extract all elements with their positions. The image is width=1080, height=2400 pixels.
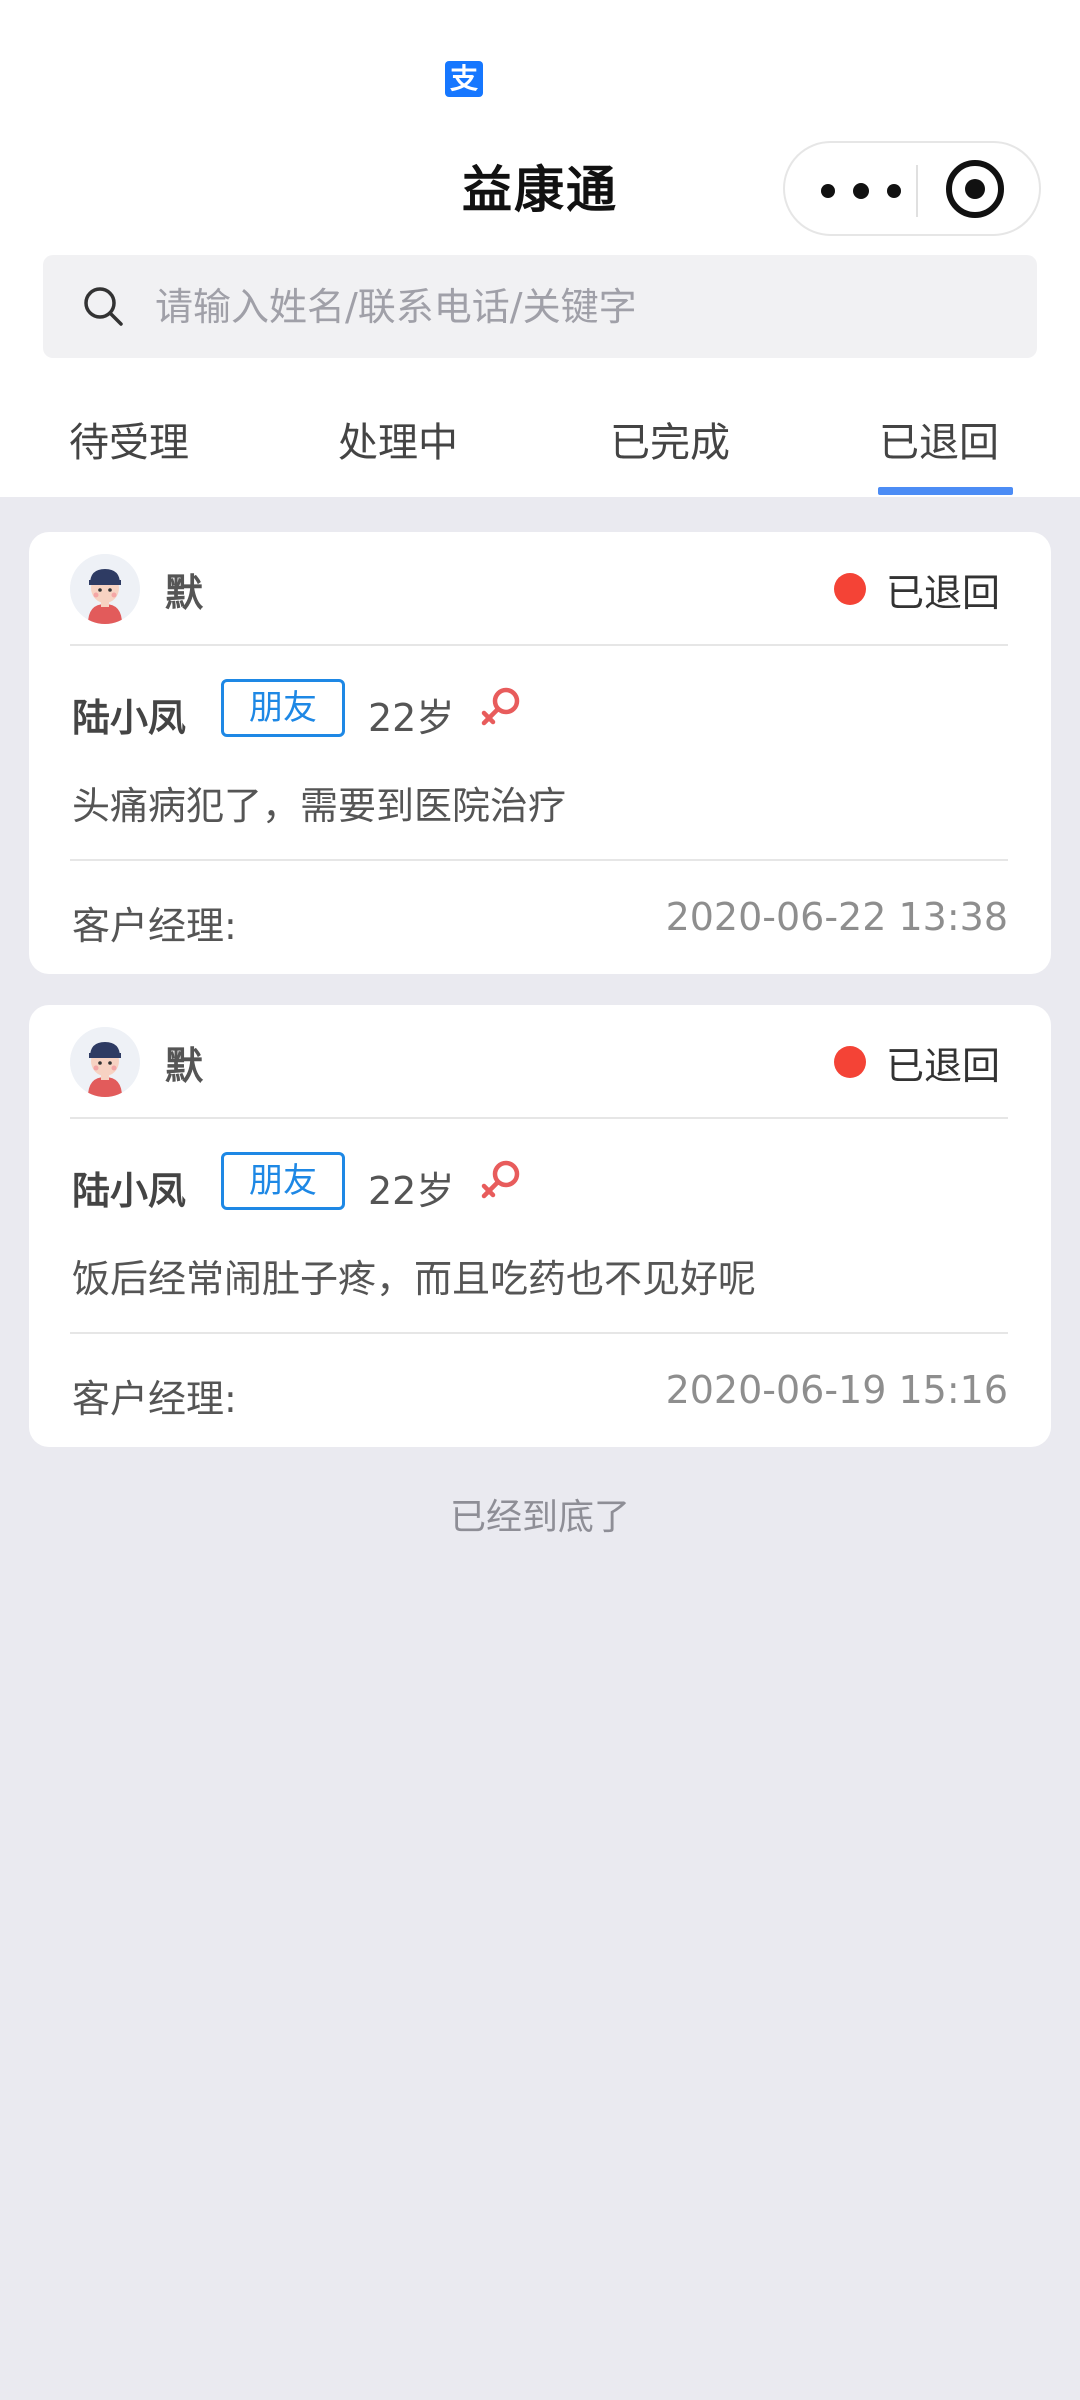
more-dot <box>853 183 869 199</box>
patient-name: 陆小凤 <box>72 696 187 740</box>
avatar <box>70 554 140 624</box>
sender-name: 默 <box>165 571 204 615</box>
end-of-list-text: 已经到底了 <box>449 1497 630 1538</box>
tab-returned[interactable]: 已退回 <box>879 410 999 468</box>
divider <box>70 1117 1008 1119</box>
status-badge: 已退回 <box>886 1044 1001 1088</box>
status-dot-icon <box>834 573 866 605</box>
close-mini-program-icon[interactable] <box>946 160 1004 218</box>
header: 支 益康通 待受理 处理中 已完成 已退回 <box>0 0 1080 497</box>
request-card[interactable]: 默 已退回 陆小凤 朋友 22岁 饭后经常闹肚子疼，而且吃药也不见好呢 客户经理… <box>29 1005 1051 1447</box>
divider <box>70 859 1008 861</box>
divider <box>70 1332 1008 1334</box>
complaint-text: 头痛病犯了，需要到医院治疗 <box>72 784 567 828</box>
female-icon <box>481 1160 520 1199</box>
more-dot <box>821 184 835 198</box>
tab-pending[interactable]: 待受理 <box>69 410 189 468</box>
patient-age: 22岁 <box>368 696 455 740</box>
request-card[interactable]: 默 已退回 陆小凤 朋友 22岁 头痛病犯了，需要到医院治疗 客户经理: 202… <box>29 532 1051 974</box>
more-dot <box>887 184 901 198</box>
status-dot-icon <box>834 1046 866 1078</box>
sender-name: 默 <box>165 1044 204 1088</box>
more-icon[interactable] <box>821 171 901 211</box>
search-input[interactable] <box>153 275 1013 339</box>
active-tab-indicator <box>878 487 1013 495</box>
divider <box>70 644 1008 646</box>
manager-label: 客户经理: <box>72 904 237 948</box>
timestamp: 2020-06-22 13:38 <box>665 895 1008 939</box>
relation-tag: 朋友 <box>221 1152 345 1210</box>
patient-age: 22岁 <box>368 1169 455 1213</box>
relation-tag: 朋友 <box>221 679 345 737</box>
mini-program-capsule <box>783 141 1041 236</box>
search-bar[interactable] <box>43 255 1037 358</box>
timestamp: 2020-06-19 15:16 <box>665 1368 1008 1412</box>
search-icon <box>84 287 123 326</box>
tab-completed[interactable]: 已完成 <box>610 410 730 468</box>
manager-label: 客户经理: <box>72 1377 237 1421</box>
patient-name: 陆小凤 <box>72 1169 187 1213</box>
alipay-logo-icon: 支 <box>445 61 483 97</box>
avatar <box>70 1027 140 1097</box>
status-tabs: 待受理 处理中 已完成 已退回 <box>0 390 1080 497</box>
status-badge: 已退回 <box>886 571 1001 615</box>
female-icon <box>481 687 520 726</box>
tab-processing[interactable]: 处理中 <box>338 410 458 468</box>
complaint-text: 饭后经常闹肚子疼，而且吃药也不见好呢 <box>72 1257 757 1301</box>
capsule-divider <box>916 165 918 217</box>
